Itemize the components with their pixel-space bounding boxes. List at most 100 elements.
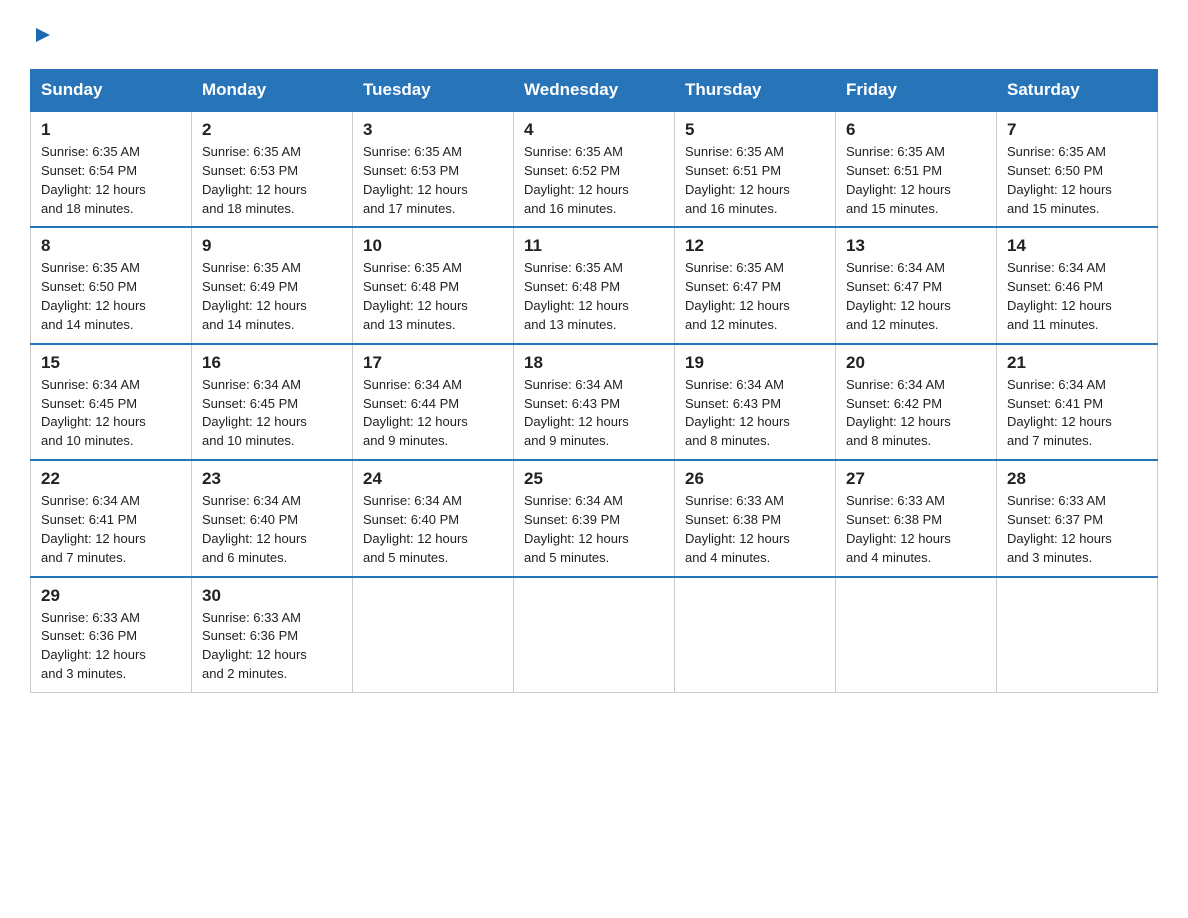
weekday-header-tuesday: Tuesday xyxy=(353,70,514,112)
day-number: 25 xyxy=(524,469,664,489)
day-number: 13 xyxy=(846,236,986,256)
calendar-day-cell: 13 Sunrise: 6:34 AMSunset: 6:47 PMDayligh… xyxy=(836,227,997,343)
day-number: 19 xyxy=(685,353,825,373)
calendar-day-cell: 4Sunrise: 6:35 AMSunset: 6:52 PMDaylight… xyxy=(514,111,675,227)
day-info: Sunrise: 6:34 AMSunset: 6:42 PMDaylight:… xyxy=(846,376,986,451)
day-info: Sunrise: 6:34 AMSunset: 6:40 PMDaylight:… xyxy=(363,492,503,567)
calendar-day-cell: 5Sunrise: 6:35 AMSunset: 6:51 PMDaylight… xyxy=(675,111,836,227)
day-info: Sunrise: 6:34 AMSunset: 6:41 PMDaylight:… xyxy=(41,492,181,567)
day-info: Sunrise: 6:34 AMSunset: 6:39 PMDaylight:… xyxy=(524,492,664,567)
calendar-day-cell: 18 Sunrise: 6:34 AMSunset: 6:43 PMDayligh… xyxy=(514,344,675,460)
calendar-day-cell: 16 Sunrise: 6:34 AMSunset: 6:45 PMDayligh… xyxy=(192,344,353,460)
day-info: Sunrise: 6:34 AMSunset: 6:45 PMDaylight:… xyxy=(202,376,342,451)
day-number: 15 xyxy=(41,353,181,373)
day-info: Sunrise: 6:35 AMSunset: 6:48 PMDaylight:… xyxy=(363,259,503,334)
calendar-day-cell: 26 Sunrise: 6:33 AMSunset: 6:38 PMDayligh… xyxy=(675,460,836,576)
day-info: Sunrise: 6:34 AMSunset: 6:41 PMDaylight:… xyxy=(1007,376,1147,451)
calendar-day-cell xyxy=(836,577,997,693)
calendar-week-row: 8Sunrise: 6:35 AMSunset: 6:50 PMDaylight… xyxy=(31,227,1158,343)
day-info: Sunrise: 6:33 AMSunset: 6:36 PMDaylight:… xyxy=(41,609,181,684)
day-info: Sunrise: 6:34 AMSunset: 6:47 PMDaylight:… xyxy=(846,259,986,334)
calendar-day-cell: 22 Sunrise: 6:34 AMSunset: 6:41 PMDayligh… xyxy=(31,460,192,576)
day-number: 28 xyxy=(1007,469,1147,489)
day-info: Sunrise: 6:33 AMSunset: 6:36 PMDaylight:… xyxy=(202,609,342,684)
day-number: 17 xyxy=(363,353,503,373)
weekday-header-friday: Friday xyxy=(836,70,997,112)
calendar-day-cell: 29Sunrise: 6:33 AMSunset: 6:36 PMDayligh… xyxy=(31,577,192,693)
calendar-table: SundayMondayTuesdayWednesdayThursdayFrid… xyxy=(30,69,1158,693)
calendar-day-cell xyxy=(514,577,675,693)
day-number: 22 xyxy=(41,469,181,489)
day-info: Sunrise: 6:35 AMSunset: 6:54 PMDaylight:… xyxy=(41,143,181,218)
day-number: 9 xyxy=(202,236,342,256)
page-header xyxy=(30,24,1158,51)
day-info: Sunrise: 6:34 AMSunset: 6:45 PMDaylight:… xyxy=(41,376,181,451)
day-info: Sunrise: 6:34 AMSunset: 6:43 PMDaylight:… xyxy=(524,376,664,451)
calendar-day-cell: 2 Sunrise: 6:35 AMSunset: 6:53 PMDaylight… xyxy=(192,111,353,227)
day-info: Sunrise: 6:35 AMSunset: 6:51 PMDaylight:… xyxy=(846,143,986,218)
calendar-day-cell: 27 Sunrise: 6:33 AMSunset: 6:38 PMDayligh… xyxy=(836,460,997,576)
calendar-week-row: 15 Sunrise: 6:34 AMSunset: 6:45 PMDayligh… xyxy=(31,344,1158,460)
day-info: Sunrise: 6:35 AMSunset: 6:47 PMDaylight:… xyxy=(685,259,825,334)
weekday-header-wednesday: Wednesday xyxy=(514,70,675,112)
day-number: 7 xyxy=(1007,120,1147,140)
day-info: Sunrise: 6:33 AMSunset: 6:38 PMDaylight:… xyxy=(846,492,986,567)
day-number: 16 xyxy=(202,353,342,373)
day-info: Sunrise: 6:33 AMSunset: 6:38 PMDaylight:… xyxy=(685,492,825,567)
day-number: 10 xyxy=(363,236,503,256)
calendar-day-cell: 3 Sunrise: 6:35 AMSunset: 6:53 PMDaylight… xyxy=(353,111,514,227)
day-number: 1 xyxy=(41,120,181,140)
day-number: 24 xyxy=(363,469,503,489)
calendar-day-cell: 1 Sunrise: 6:35 AMSunset: 6:54 PMDaylight… xyxy=(31,111,192,227)
day-number: 14 xyxy=(1007,236,1147,256)
day-number: 8 xyxy=(41,236,181,256)
day-number: 2 xyxy=(202,120,342,140)
day-info: Sunrise: 6:34 AMSunset: 6:46 PMDaylight:… xyxy=(1007,259,1147,334)
calendar-week-row: 22 Sunrise: 6:34 AMSunset: 6:41 PMDayligh… xyxy=(31,460,1158,576)
calendar-day-cell: 30 Sunrise: 6:33 AMSunset: 6:36 PMDayligh… xyxy=(192,577,353,693)
weekday-header-saturday: Saturday xyxy=(997,70,1158,112)
logo xyxy=(30,24,54,51)
day-number: 12 xyxy=(685,236,825,256)
day-info: Sunrise: 6:35 AMSunset: 6:50 PMDaylight:… xyxy=(1007,143,1147,218)
calendar-day-cell: 12 Sunrise: 6:35 AMSunset: 6:47 PMDayligh… xyxy=(675,227,836,343)
day-info: Sunrise: 6:35 AMSunset: 6:49 PMDaylight:… xyxy=(202,259,342,334)
calendar-week-row: 29Sunrise: 6:33 AMSunset: 6:36 PMDayligh… xyxy=(31,577,1158,693)
day-number: 20 xyxy=(846,353,986,373)
calendar-header-row: SundayMondayTuesdayWednesdayThursdayFrid… xyxy=(31,70,1158,112)
calendar-day-cell: 19 Sunrise: 6:34 AMSunset: 6:43 PMDayligh… xyxy=(675,344,836,460)
weekday-header-thursday: Thursday xyxy=(675,70,836,112)
day-info: Sunrise: 6:34 AMSunset: 6:43 PMDaylight:… xyxy=(685,376,825,451)
calendar-week-row: 1 Sunrise: 6:35 AMSunset: 6:54 PMDaylight… xyxy=(31,111,1158,227)
calendar-day-cell: 23 Sunrise: 6:34 AMSunset: 6:40 PMDayligh… xyxy=(192,460,353,576)
day-number: 3 xyxy=(363,120,503,140)
day-number: 11 xyxy=(524,236,664,256)
calendar-day-cell: 17 Sunrise: 6:34 AMSunset: 6:44 PMDayligh… xyxy=(353,344,514,460)
calendar-day-cell: 10 Sunrise: 6:35 AMSunset: 6:48 PMDayligh… xyxy=(353,227,514,343)
logo-arrow-icon xyxy=(32,24,54,46)
day-number: 18 xyxy=(524,353,664,373)
day-number: 26 xyxy=(685,469,825,489)
calendar-day-cell: 25 Sunrise: 6:34 AMSunset: 6:39 PMDayligh… xyxy=(514,460,675,576)
day-info: Sunrise: 6:35 AMSunset: 6:53 PMDaylight:… xyxy=(202,143,342,218)
day-number: 21 xyxy=(1007,353,1147,373)
calendar-day-cell: 7 Sunrise: 6:35 AMSunset: 6:50 PMDaylight… xyxy=(997,111,1158,227)
day-number: 4 xyxy=(524,120,664,140)
day-number: 30 xyxy=(202,586,342,606)
day-info: Sunrise: 6:35 AMSunset: 6:48 PMDaylight:… xyxy=(524,259,664,334)
day-number: 5 xyxy=(685,120,825,140)
weekday-header-sunday: Sunday xyxy=(31,70,192,112)
calendar-day-cell: 6 Sunrise: 6:35 AMSunset: 6:51 PMDaylight… xyxy=(836,111,997,227)
calendar-day-cell xyxy=(997,577,1158,693)
day-info: Sunrise: 6:34 AMSunset: 6:44 PMDaylight:… xyxy=(363,376,503,451)
calendar-day-cell: 28Sunrise: 6:33 AMSunset: 6:37 PMDayligh… xyxy=(997,460,1158,576)
day-number: 6 xyxy=(846,120,986,140)
day-number: 23 xyxy=(202,469,342,489)
calendar-day-cell: 11 Sunrise: 6:35 AMSunset: 6:48 PMDayligh… xyxy=(514,227,675,343)
day-info: Sunrise: 6:35 AMSunset: 6:53 PMDaylight:… xyxy=(363,143,503,218)
day-number: 27 xyxy=(846,469,986,489)
day-info: Sunrise: 6:34 AMSunset: 6:40 PMDaylight:… xyxy=(202,492,342,567)
calendar-day-cell: 21 Sunrise: 6:34 AMSunset: 6:41 PMDayligh… xyxy=(997,344,1158,460)
calendar-day-cell: 8Sunrise: 6:35 AMSunset: 6:50 PMDaylight… xyxy=(31,227,192,343)
calendar-day-cell xyxy=(353,577,514,693)
